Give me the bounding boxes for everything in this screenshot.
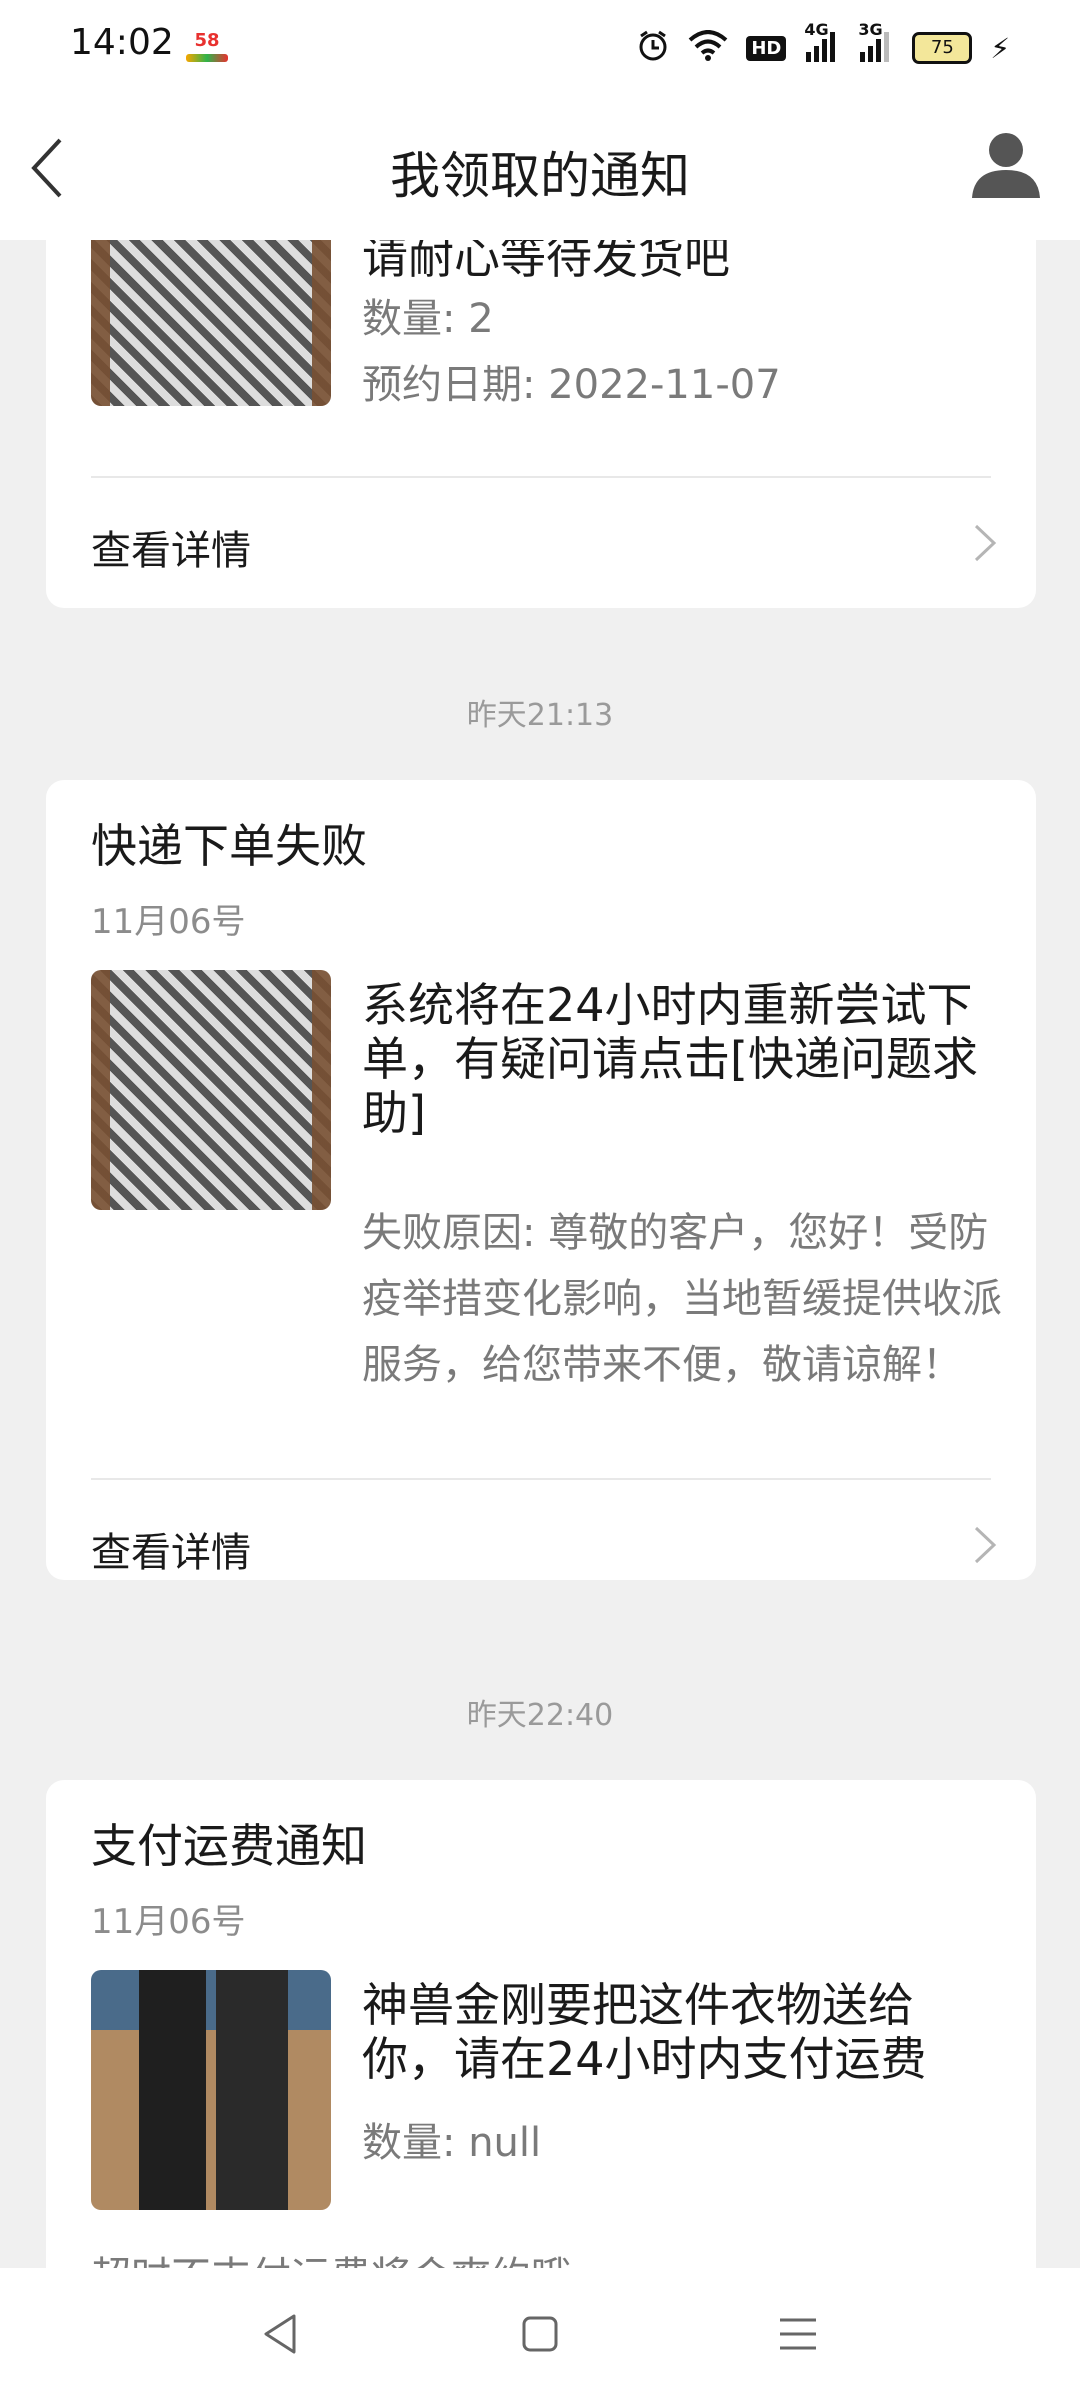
system-nav-bar (0, 2268, 1080, 2400)
notification-message: 请耐心等待发货吧 (362, 240, 730, 284)
notification-message: 系统将在24小时内重新尝试下单，有疑问请点击[快递问题求助] (362, 978, 978, 1140)
notification-message: 神兽金刚要把这件衣物送给你，请在24小时内支付运费 (362, 1978, 927, 2086)
notification-title: 支付运费通知 (91, 1819, 367, 1873)
charging-icon: ⚡ (990, 31, 1010, 65)
notification-list[interactable]: 请耐心等待发货吧 数量: 2 预约日期: 2022-11-07 查看详情 昨天2… (0, 240, 1080, 2268)
view-details-label: 查看详情 (91, 1530, 251, 1576)
page-title: 我领取的通知 (390, 147, 690, 205)
notification-date: 11月06号 (91, 1902, 246, 1942)
status-bar: 14:02 58 HD 4G 3G 75 ⚡ (0, 0, 1080, 96)
user-avatar-icon (972, 133, 1040, 198)
view-details-label: 查看详情 (91, 528, 251, 574)
status-icons: HD 4G 3G 75 ⚡ (636, 20, 1010, 68)
alarm-icon (636, 29, 670, 67)
notification-title: 快递下单失败 (91, 819, 367, 873)
timeout-note: 超时不支付运费将会爽约哦 (91, 2244, 991, 2268)
chevron-right-icon (974, 1526, 997, 1564)
item-thumbnail[interactable] (91, 970, 331, 1210)
item-thumbnail[interactable] (91, 1970, 331, 2210)
nav-menu-button[interactable] (770, 2306, 826, 2362)
hd-voice-icon: HD (746, 35, 787, 61)
chevron-right-icon (974, 524, 997, 562)
nav-menu-icon (780, 2318, 816, 2350)
user-avatar-button[interactable] (968, 126, 1044, 202)
reserve-date: 预约日期: 2022-11-07 (362, 362, 781, 408)
nav-home-button[interactable] (512, 2306, 568, 2362)
view-details-link[interactable]: 查看详情 (46, 1480, 1036, 1610)
notification-date: 11月06号 (91, 902, 246, 942)
view-details-link[interactable]: 查看详情 (46, 478, 1036, 608)
notification-card: 支付运费通知 11月06号 神兽金刚要把这件衣物送给你，请在24小时内支付运费 … (46, 1780, 1036, 2268)
app-notification-label: 58 (194, 30, 220, 51)
header-bar: 我领取的通知 (0, 96, 1080, 240)
failure-reason: 失败原因: 尊敬的客户，您好！受防疫举措变化影响，当地暂缓提供收派服务，给您带来… (362, 1210, 1002, 1388)
battery-icon: 75 (912, 32, 973, 64)
app-notification-icon: 58 (186, 30, 228, 66)
notification-card: 快递下单失败 11月06号 系统将在24小时内重新尝试下单，有疑问请点击[快递问… (46, 780, 1036, 1580)
signal-4g-label: 4G (804, 20, 829, 39)
nav-home-icon (522, 2316, 558, 2352)
signal-3g-label: 3G (858, 20, 883, 39)
nav-back-icon (264, 2314, 296, 2354)
item-quantity: 数量: 2 (362, 296, 494, 342)
signal-3g-icon: 3G (858, 20, 894, 66)
status-time: 14:02 (70, 22, 174, 63)
message-timestamp: 昨天22:40 (466, 1698, 614, 1733)
item-quantity: 数量: null (362, 2120, 542, 2166)
wifi-icon (688, 30, 728, 66)
item-thumbnail[interactable] (91, 240, 331, 406)
message-timestamp: 昨天21:13 (466, 698, 614, 733)
signal-4g-icon: 4G (804, 20, 840, 66)
notification-card: 请耐心等待发货吧 数量: 2 预约日期: 2022-11-07 查看详情 (46, 240, 1036, 608)
nav-back-button[interactable] (254, 2306, 310, 2362)
